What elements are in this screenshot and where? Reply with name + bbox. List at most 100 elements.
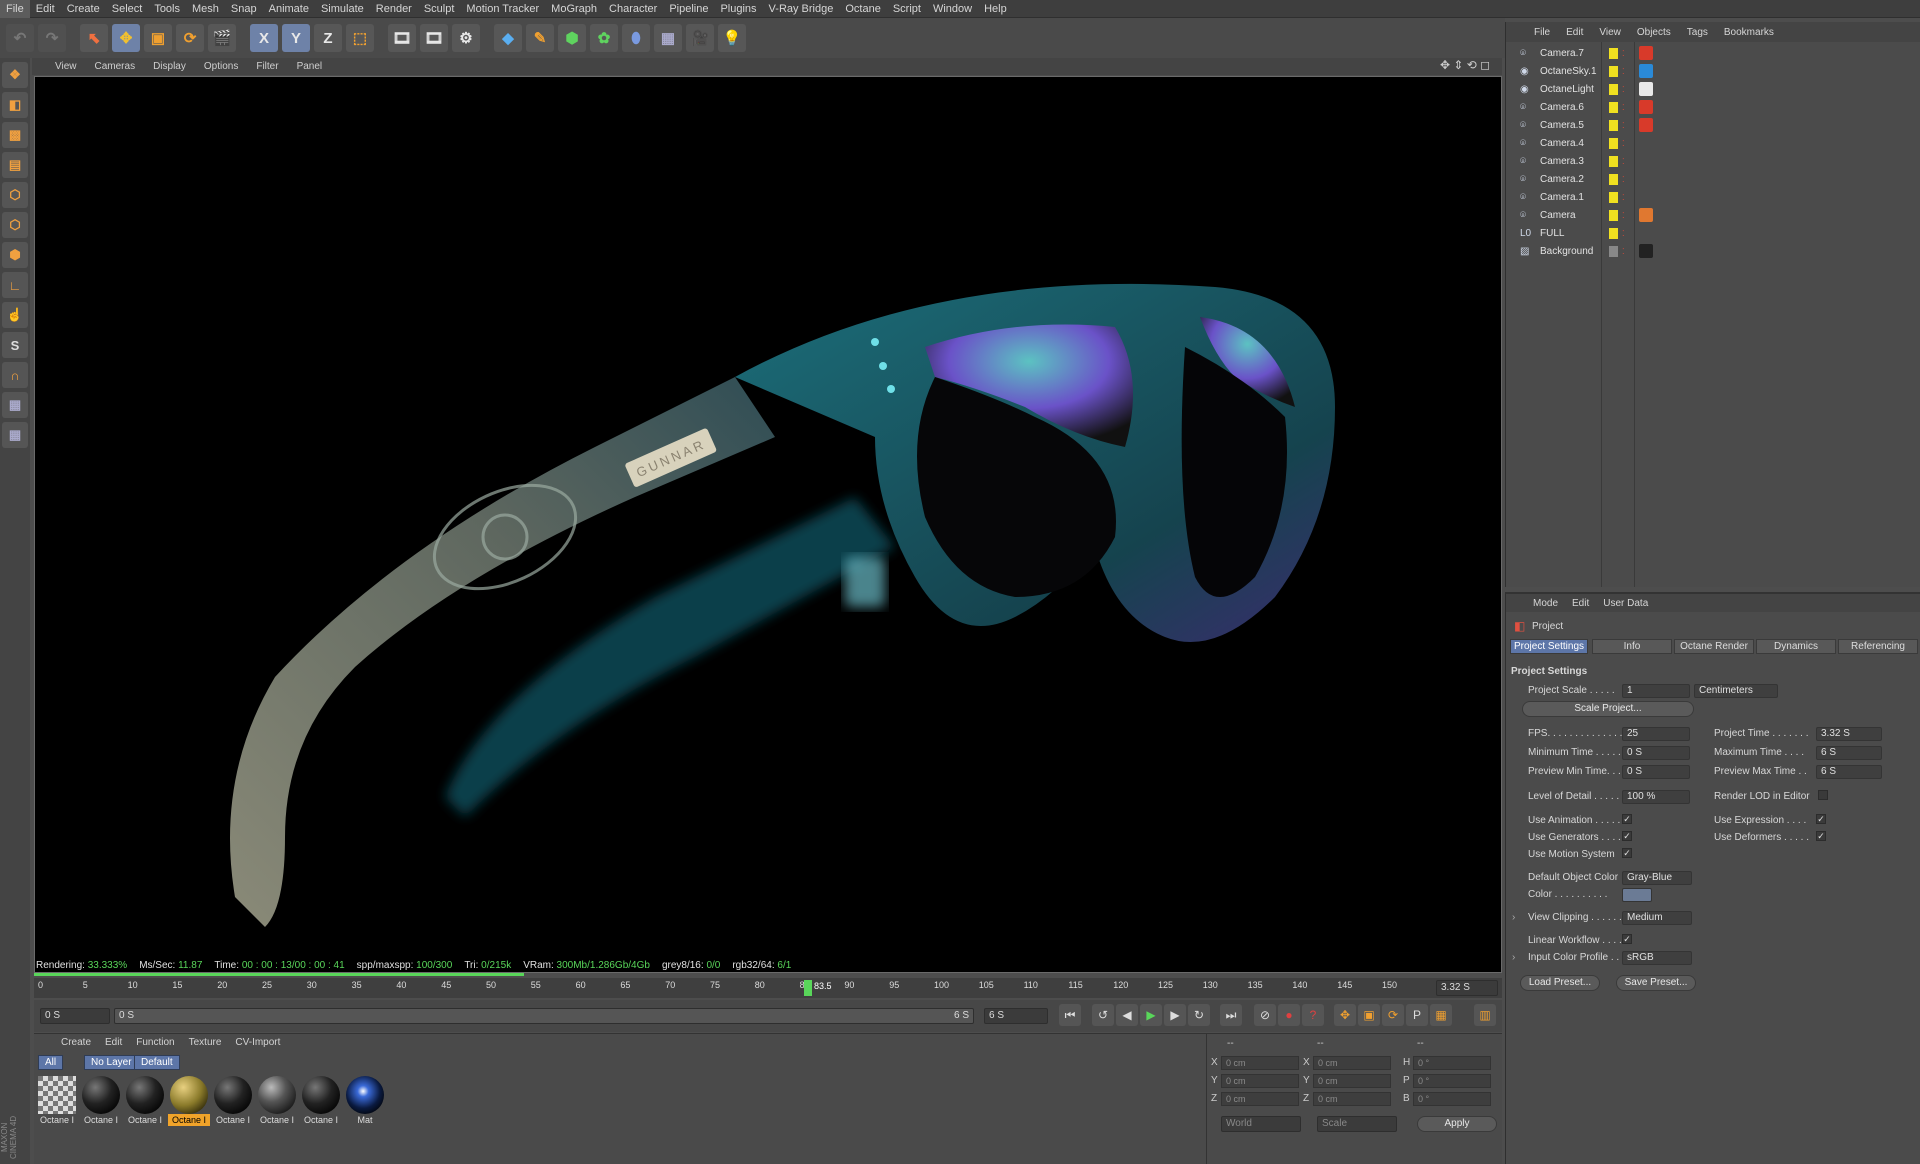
attr-menu-user-data[interactable]: User Data	[1596, 598, 1655, 609]
project-scale-unit-select[interactable]: Centimeters	[1694, 684, 1778, 698]
deformer-button[interactable]: ⬮	[622, 24, 650, 52]
menu-create[interactable]: Create	[61, 0, 106, 18]
scale-project-button[interactable]: Scale Project...	[1522, 701, 1694, 717]
expand-arrow-icon[interactable]: ›	[1512, 912, 1515, 923]
material-swatch[interactable]: Octane I	[36, 1074, 78, 1126]
object-row[interactable]: ◉ OctaneLight ⁚	[1506, 80, 1920, 98]
timeline-window-button[interactable]: ▥	[1474, 1004, 1496, 1026]
object-menu-tags[interactable]: Tags	[1679, 27, 1716, 38]
viewport-menu-panel[interactable]: Panel	[288, 61, 332, 72]
visibility-dots-icon[interactable]: ⁚	[1622, 103, 1625, 112]
record-off-button[interactable]: ⊘	[1254, 1004, 1276, 1026]
object-menu-file[interactable]: File	[1526, 27, 1558, 38]
use-expression-checkbox[interactable]: ✓	[1816, 814, 1826, 824]
model-mode-button[interactable]: ◧	[2, 92, 28, 118]
end-time-field[interactable]: 6 S	[984, 1008, 1048, 1024]
key-rotation-button[interactable]: ⟳	[1382, 1004, 1404, 1026]
object-row[interactable]: ⌾ Camera.5 ⁚	[1506, 116, 1920, 134]
menu-pipeline[interactable]: Pipeline	[663, 0, 714, 18]
viewport-menu-display[interactable]: Display	[144, 61, 195, 72]
lod-field[interactable]: 100 %	[1622, 790, 1690, 804]
render-to-picture-viewer-button[interactable]: 🎞	[420, 24, 448, 52]
coord-value-field[interactable]: 0 cm	[1313, 1056, 1391, 1070]
key-pla-button[interactable]: ▦	[1430, 1004, 1452, 1026]
preview-range-slider[interactable]: 0 S 6 S	[114, 1008, 974, 1024]
visibility-dots-icon[interactable]: ⁚	[1622, 49, 1625, 58]
prev-key-button[interactable]: ↺	[1092, 1004, 1114, 1026]
visibility-dots-icon[interactable]: ⁚	[1622, 139, 1625, 148]
workplane-mode-button[interactable]: ▤	[2, 152, 28, 178]
material-menu-cv-import[interactable]: CV-Import	[228, 1037, 287, 1048]
x-axis-lock-button[interactable]: X	[250, 24, 278, 52]
render-settings-button[interactable]: ⚙	[452, 24, 480, 52]
redo-button[interactable]: ↷	[38, 24, 66, 52]
object-menu-edit[interactable]: Edit	[1558, 27, 1591, 38]
object-row[interactable]: ◉ OctaneSky.1 ⁚	[1506, 62, 1920, 80]
y-axis-lock-button[interactable]: Y	[282, 24, 310, 52]
cloner-button[interactable]: ✿	[590, 24, 618, 52]
snap-button[interactable]: ∩	[2, 362, 28, 388]
object-tag-icon[interactable]	[1639, 244, 1653, 258]
coord-value-field[interactable]: 0 cm	[1221, 1092, 1299, 1106]
workplane-align-button[interactable]: ▦	[2, 422, 28, 448]
axis-mode-button[interactable]: ∟	[2, 272, 28, 298]
visibility-dots-icon[interactable]: ⁚	[1622, 67, 1625, 76]
object-row[interactable]: ⌾ Camera.3 ⁚	[1506, 152, 1920, 170]
save-preset-button[interactable]: Save Preset...	[1616, 975, 1696, 991]
object-row[interactable]: ⌾ Camera.7 ⁚	[1506, 44, 1920, 62]
subdivision-button[interactable]: ⬢	[558, 24, 586, 52]
menu-mograph[interactable]: MoGraph	[545, 0, 603, 18]
load-preset-button[interactable]: Load Preset...	[1520, 975, 1600, 991]
use-animation-checkbox[interactable]: ✓	[1622, 814, 1632, 824]
key-position-button[interactable]: ✥	[1334, 1004, 1356, 1026]
coord-value-field[interactable]: 0 °	[1413, 1092, 1491, 1106]
menu-script[interactable]: Script	[887, 0, 927, 18]
attr-tab-info[interactable]: Info	[1592, 639, 1672, 654]
viewport-menu-filter[interactable]: Filter	[247, 61, 287, 72]
object-menu-view[interactable]: View	[1591, 27, 1629, 38]
menu-animate[interactable]: Animate	[263, 0, 315, 18]
playhead[interactable]	[804, 980, 812, 996]
menu-motion-tracker[interactable]: Motion Tracker	[460, 0, 545, 18]
project-time-field[interactable]: 3.32 S	[1816, 727, 1882, 741]
object-tag-icon[interactable]	[1639, 64, 1653, 78]
menu-tools[interactable]: Tools	[148, 0, 186, 18]
auto-key-button[interactable]: ?	[1302, 1004, 1324, 1026]
menu-window[interactable]: Window	[927, 0, 978, 18]
object-menu-objects[interactable]: Objects	[1629, 27, 1679, 38]
menu-plugins[interactable]: Plugins	[714, 0, 762, 18]
material-swatch[interactable]: Octane I	[300, 1074, 342, 1126]
visibility-dots-icon[interactable]: ⁚	[1622, 85, 1625, 94]
undo-button[interactable]: ↶	[6, 24, 34, 52]
coordinate-system-button[interactable]: ⬚	[346, 24, 374, 52]
max-time-field[interactable]: 6 S	[1816, 746, 1882, 760]
object-tag-icon[interactable]	[1639, 118, 1653, 132]
attr-tab-project-settings[interactable]: Project Settings	[1510, 639, 1588, 654]
material-tab-no-layer[interactable]: No Layer	[84, 1055, 139, 1070]
coord-value-field[interactable]: 0 cm	[1221, 1056, 1299, 1070]
menu-render[interactable]: Render	[370, 0, 418, 18]
go-to-end-button[interactable]: ⏭	[1220, 1004, 1242, 1026]
rotate-tool-button[interactable]: ⟳	[176, 24, 204, 52]
viewport-menu-cameras[interactable]: Cameras	[86, 61, 145, 72]
solo-button[interactable]: S	[2, 332, 28, 358]
default-color-select[interactable]: Gray-Blue	[1622, 871, 1692, 885]
floor-button[interactable]: ▦	[654, 24, 682, 52]
menu-edit[interactable]: Edit	[30, 0, 61, 18]
coord-value-field[interactable]: 0 °	[1413, 1074, 1491, 1088]
polygons-mode-button[interactable]: ⬢	[2, 242, 28, 268]
visibility-dots-icon[interactable]: ⁚	[1622, 193, 1625, 202]
attr-tab-referencing[interactable]: Referencing	[1838, 639, 1918, 654]
timeline-ruler[interactable]: 0510152025303540455055606570758085909510…	[34, 978, 1502, 998]
preview-max-field[interactable]: 6 S	[1816, 765, 1882, 779]
object-tag-icon[interactable]	[1639, 208, 1653, 222]
visibility-dots-icon[interactable]: ⁚	[1622, 121, 1625, 130]
live-selection-tool-button[interactable]: ⬉	[80, 24, 108, 52]
material-menu-create[interactable]: Create	[54, 1037, 98, 1048]
object-menu-bookmarks[interactable]: Bookmarks	[1716, 27, 1782, 38]
recent-tools-button[interactable]: 🎬	[208, 24, 236, 52]
object-tag-icon[interactable]	[1639, 82, 1653, 96]
key-parameter-button[interactable]: P	[1406, 1004, 1428, 1026]
attr-tab-dynamics[interactable]: Dynamics	[1756, 639, 1836, 654]
render-lod-checkbox[interactable]	[1818, 790, 1828, 800]
